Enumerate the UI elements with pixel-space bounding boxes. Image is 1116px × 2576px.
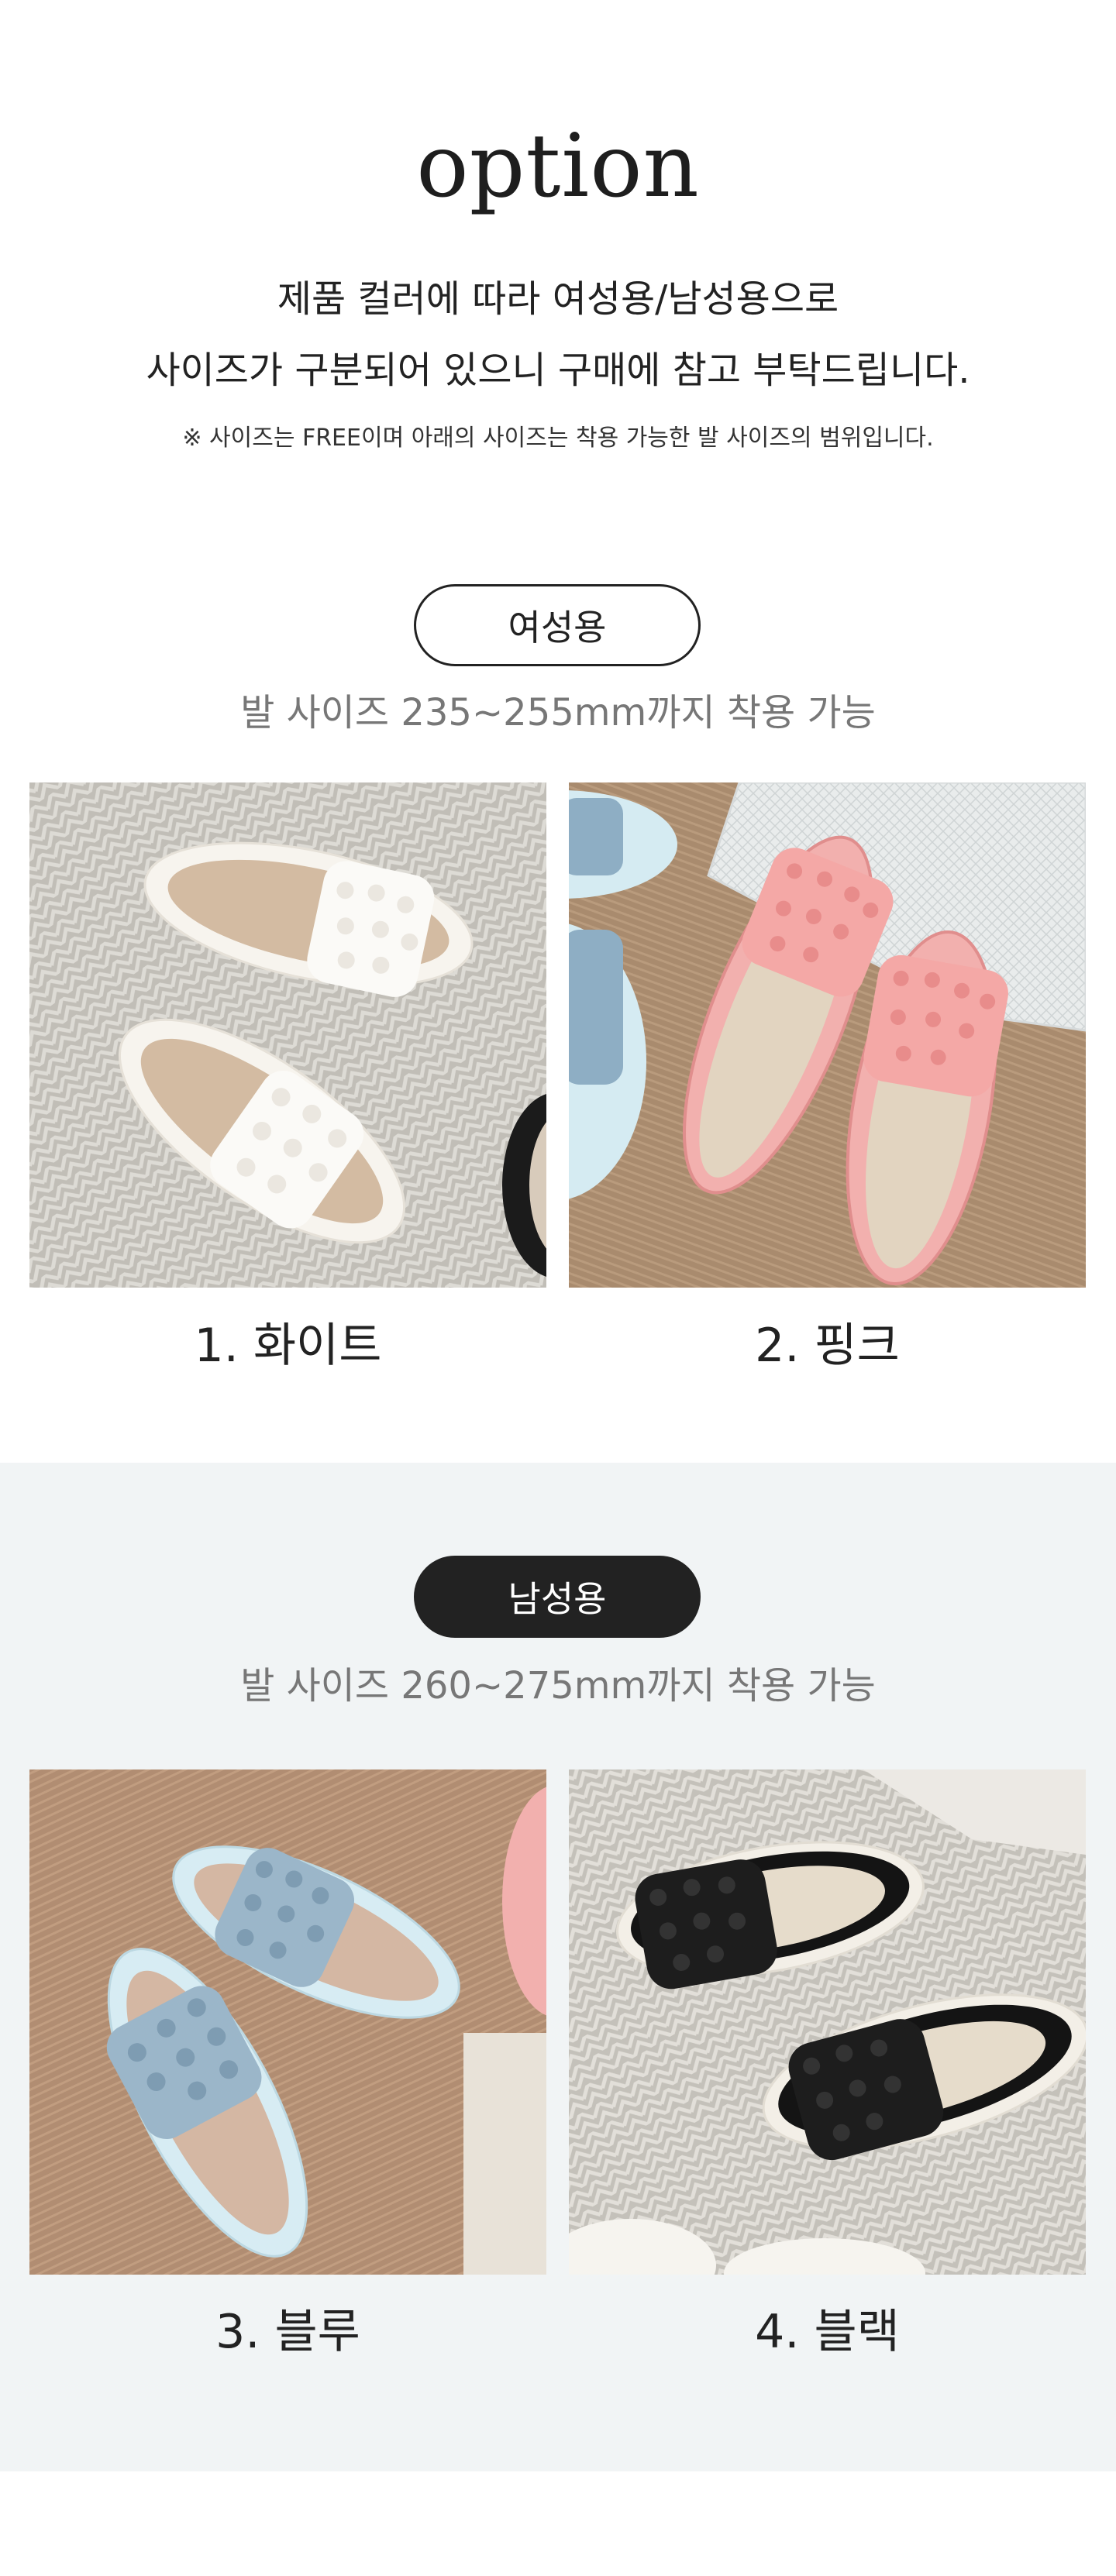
men-badge-label: 남성용	[508, 1578, 607, 1620]
product-photo-pink	[569, 782, 1086, 1288]
men-section: 남성용 발 사이즈 260~275mm까지 착용 가능 3. 블루 4. 블랙	[0, 1463, 1116, 2471]
women-badge-label: 여성용	[508, 607, 607, 648]
men-badge: 남성용	[414, 1556, 701, 1638]
product-label-black: 4. 블랙	[755, 2305, 900, 2359]
intro-line-1: 제품 컬러에 따라 여성용/남성용으로	[277, 277, 839, 321]
page-footer-spacer	[0, 2471, 1116, 2576]
product-photo-white	[29, 782, 546, 1288]
men-size-range: 발 사이즈 260~275mm까지 착용 가능	[240, 1664, 876, 1708]
women-size-range: 발 사이즈 235~255mm까지 착용 가능	[240, 691, 876, 734]
product-label-white: 1. 화이트	[194, 1319, 382, 1373]
product-label-blue: 3. 블루	[215, 2305, 360, 2359]
intro-line-2: 사이즈가 구분되어 있으니 구매에 참고 부탁드립니다.	[146, 349, 970, 392]
product-label-pink: 2. 핑크	[755, 1319, 900, 1373]
product-photo-black	[569, 1769, 1086, 2275]
size-note: ※ 사이즈는 FREE이며 아래의 사이즈는 착용 가능한 발 사이즈의 범위입…	[182, 425, 934, 452]
women-badge: 여성용	[414, 584, 701, 666]
product-photo-blue	[29, 1769, 546, 2275]
page-title: option	[416, 116, 700, 217]
women-section: option 제품 컬러에 따라 여성용/남성용으로 사이즈가 구분되어 있으니…	[0, 0, 1116, 1463]
